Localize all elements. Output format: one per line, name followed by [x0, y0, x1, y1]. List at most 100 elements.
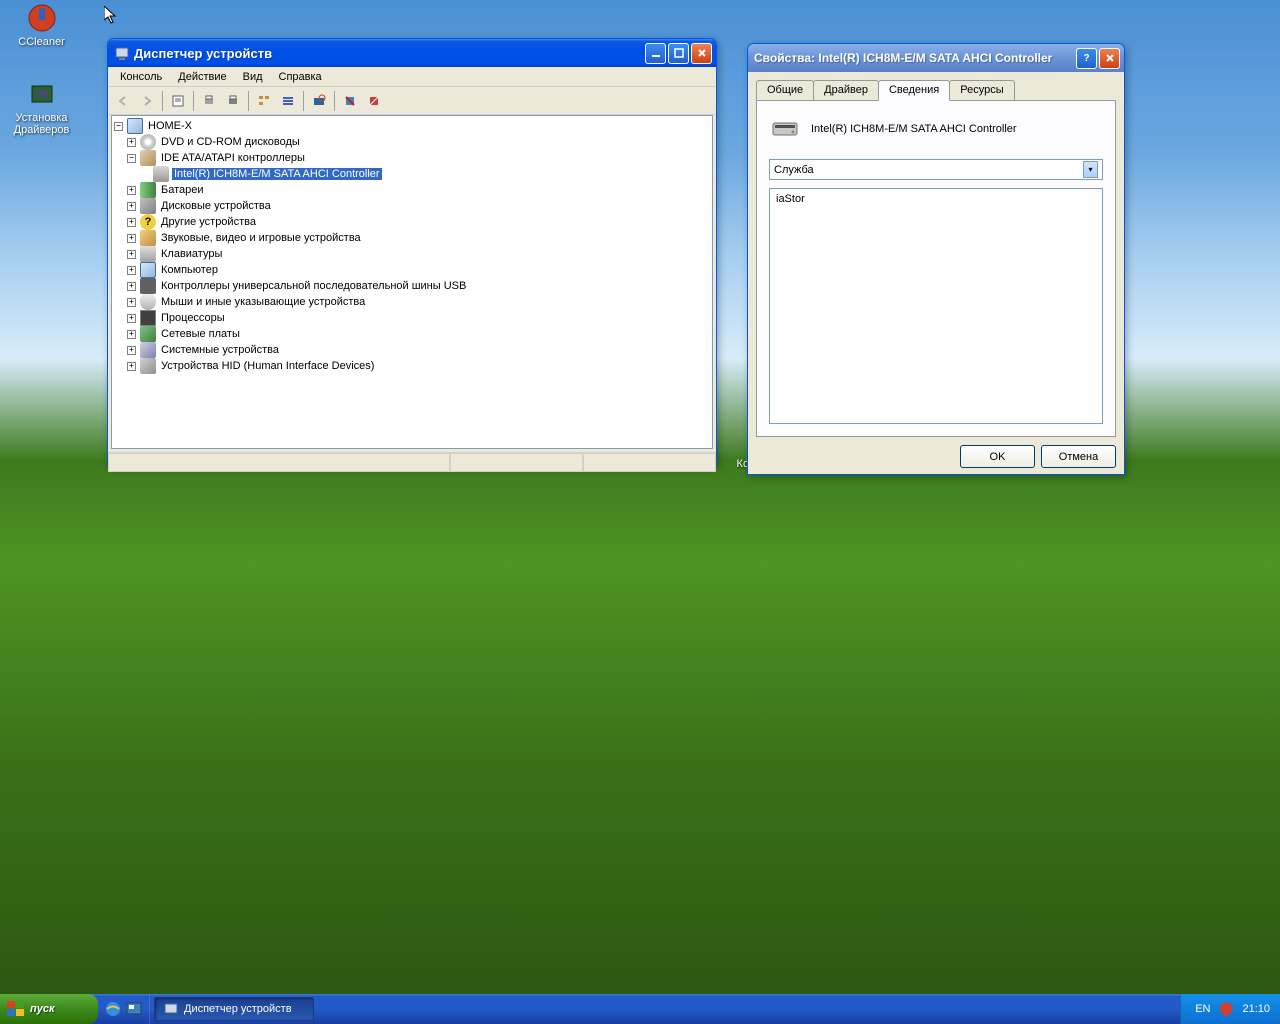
toolbar-uninstall-button[interactable] [339, 90, 361, 112]
tree-node-label: Другие устройства [159, 216, 258, 228]
tree-node-icon [140, 310, 156, 326]
tree-node-icon [127, 118, 143, 134]
close-button[interactable] [691, 43, 712, 64]
cancel-button[interactable]: Отмена [1041, 445, 1116, 468]
tree-node-label: Звуковые, видео и игровые устройства [159, 232, 363, 244]
tray-shield-icon[interactable] [1218, 1001, 1234, 1017]
tree-node-icon [140, 262, 156, 278]
tree-node-label: Дисковые устройства [159, 200, 273, 212]
toolbar-tree-button[interactable] [253, 90, 275, 112]
tree-category[interactable]: +Мыши и иные указывающие устройства [114, 294, 710, 310]
tree-toggle-icon[interactable]: + [127, 218, 136, 227]
toolbar-list-button[interactable] [277, 90, 299, 112]
tree-node-icon [140, 182, 156, 198]
tree-category[interactable]: + Процессоры [114, 310, 710, 326]
tree-toggle-icon[interactable]: + [127, 298, 136, 307]
properties-titlebar[interactable]: Свойства: Intel(R) ICH8M-E/M SATA AHCI C… [748, 44, 1124, 72]
tree-root[interactable]: −HOME-X [114, 118, 710, 134]
task-label: Диспетчер устройств [184, 1003, 292, 1015]
tree-category[interactable]: + Системные устройства [114, 342, 710, 358]
desktop-icon-driver-install[interactable]: Установка Драйверов [4, 78, 79, 136]
tree-node-icon [140, 278, 156, 294]
tree-category[interactable]: + DVD и CD-ROM дисководы [114, 134, 710, 150]
tree-node-icon [140, 230, 156, 246]
toolbar-scan-button[interactable] [308, 90, 330, 112]
tree-node-label: Устройства HID (Human Interface Devices) [159, 360, 376, 372]
menu-action[interactable]: Действие [170, 69, 234, 84]
tree-toggle-icon[interactable]: + [127, 346, 136, 355]
ok-button[interactable]: OK [960, 445, 1035, 468]
properties-window: Свойства: Intel(R) ICH8M-E/M SATA AHCI C… [747, 43, 1125, 475]
tree-category[interactable]: + Дисковые устройства [114, 198, 710, 214]
tree-category[interactable]: + Звуковые, видео и игровые устройства [114, 230, 710, 246]
cursor-icon [104, 6, 120, 26]
tree-toggle-icon[interactable]: − [114, 122, 123, 131]
desktop-icon-ccleaner[interactable]: CCleaner [4, 2, 79, 48]
menu-view[interactable]: Вид [235, 69, 271, 84]
tree-category[interactable]: + Устройства HID (Human Interface Devices… [114, 358, 710, 374]
tree-category[interactable]: + Сетевые платы [114, 326, 710, 342]
minimize-button[interactable] [645, 43, 666, 64]
tree-toggle-icon[interactable]: + [127, 138, 136, 147]
tree-device[interactable]: Intel(R) ICH8M-E/M SATA AHCI Controller [114, 166, 710, 182]
tree-toggle-icon[interactable]: + [127, 314, 136, 323]
device-manager-titlebar[interactable]: Диспетчер устройств [108, 39, 716, 67]
language-indicator[interactable]: EN [1195, 1003, 1210, 1015]
clock[interactable]: 21:10 [1242, 1003, 1270, 1015]
toolbar-properties-button[interactable] [167, 90, 189, 112]
tab-general[interactable]: Общие [756, 80, 814, 100]
ie-icon[interactable] [104, 1000, 122, 1018]
statusbar [108, 452, 716, 472]
tree-toggle-icon[interactable]: + [127, 250, 136, 259]
tab-content: Intel(R) ICH8M-E/M SATA AHCI Controller … [756, 100, 1116, 437]
tree-category[interactable]: +?Другие устройства [114, 214, 710, 230]
toolbar-print-button[interactable] [198, 90, 220, 112]
device-manager-icon [114, 45, 130, 61]
device-icon [769, 113, 801, 145]
menu-help[interactable]: Справка [271, 69, 330, 84]
toolbar-print2-button[interactable] [222, 90, 244, 112]
tab-driver[interactable]: Драйвер [813, 80, 879, 100]
tree-node-label: Сетевые платы [159, 328, 242, 340]
tree-toggle-icon[interactable]: + [127, 234, 136, 243]
tree-category[interactable]: +Компьютер [114, 262, 710, 278]
tab-resources[interactable]: Ресурсы [949, 80, 1014, 100]
tree-node-label: Системные устройства [159, 344, 281, 356]
property-dropdown[interactable]: Служба ▾ [769, 159, 1103, 180]
tree-category[interactable]: +Клавиатуры [114, 246, 710, 262]
tree-node-icon [140, 134, 156, 150]
device-manager-icon [163, 1001, 179, 1017]
start-button[interactable]: пуск [0, 994, 98, 1024]
desktop-icon-label: Установка Драйверов [4, 112, 79, 136]
toolbar-separator [248, 91, 249, 111]
taskbar-task-device-manager[interactable]: Диспетчер устройств [154, 997, 314, 1021]
tree-toggle-icon[interactable]: + [127, 362, 136, 371]
taskbar: пуск Диспетчер устройств EN 21:10 [0, 994, 1280, 1024]
device-manager-window: Диспетчер устройств Консоль Действие Вид… [107, 38, 717, 466]
show-desktop-icon[interactable] [125, 1000, 143, 1018]
close-button[interactable] [1099, 48, 1120, 69]
tree-toggle-icon[interactable]: + [127, 282, 136, 291]
toolbar-separator [303, 91, 304, 111]
quick-launch [98, 994, 150, 1024]
property-value[interactable]: iaStor [769, 188, 1103, 424]
device-tree[interactable]: −HOME-X + DVD и CD-ROM дисководы −IDE ATA/A… [111, 115, 713, 449]
tree-toggle-icon[interactable]: + [127, 330, 136, 339]
tree-category[interactable]: +Контроллеры универсальной последователь… [114, 278, 710, 294]
tree-node-label: Процессоры [159, 312, 227, 324]
tree-toggle-icon[interactable]: + [127, 202, 136, 211]
toolbar-back-button[interactable] [112, 90, 134, 112]
toolbar-forward-button[interactable] [136, 90, 158, 112]
menu-console[interactable]: Консоль [112, 69, 170, 84]
ccleaner-icon [26, 2, 58, 34]
maximize-button[interactable] [668, 43, 689, 64]
toolbar-disable-button[interactable] [363, 90, 385, 112]
tree-toggle-icon[interactable]: + [127, 186, 136, 195]
tab-details[interactable]: Сведения [878, 80, 950, 101]
help-button[interactable]: ? [1076, 48, 1097, 69]
tree-category[interactable]: −IDE ATA/ATAPI контроллеры [114, 150, 710, 166]
tree-node-label: DVD и CD-ROM дисководы [159, 136, 302, 148]
tree-toggle-icon[interactable]: − [127, 154, 136, 163]
tree-category[interactable]: +Батареи [114, 182, 710, 198]
tree-toggle-icon[interactable]: + [127, 266, 136, 275]
